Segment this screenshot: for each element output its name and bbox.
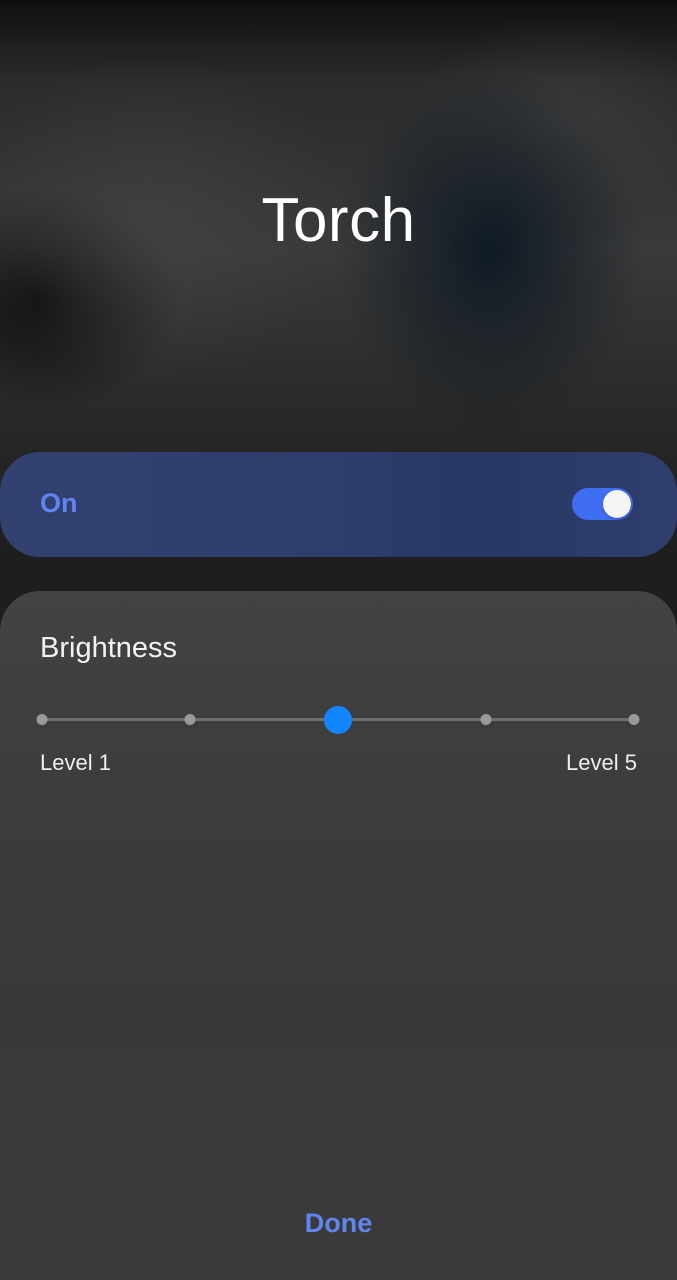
brightness-slider-thumb[interactable]	[324, 706, 352, 734]
slider-tick-level-5[interactable]	[628, 714, 640, 725]
slider-max-label: Level 5	[566, 750, 637, 775]
slider-tick-level-4[interactable]	[480, 714, 492, 725]
slider-tick-level-2[interactable]	[184, 714, 196, 725]
slider-tick-level-1[interactable]	[36, 714, 48, 725]
slider-min-label: Level 1	[40, 750, 111, 775]
done-button[interactable]: Done	[0, 1208, 677, 1239]
page-title: Torch	[261, 186, 416, 255]
switch-knob[interactable]	[603, 490, 631, 518]
toggle-state-label: On	[40, 488, 78, 518]
torch-switch[interactable]	[572, 488, 633, 520]
brightness-label: Brightness	[40, 632, 178, 664]
torch-dialog-screen: Torch On Brightness Level 1 Level 5 Done	[0, 0, 677, 1280]
brightness-panel	[0, 591, 677, 1280]
